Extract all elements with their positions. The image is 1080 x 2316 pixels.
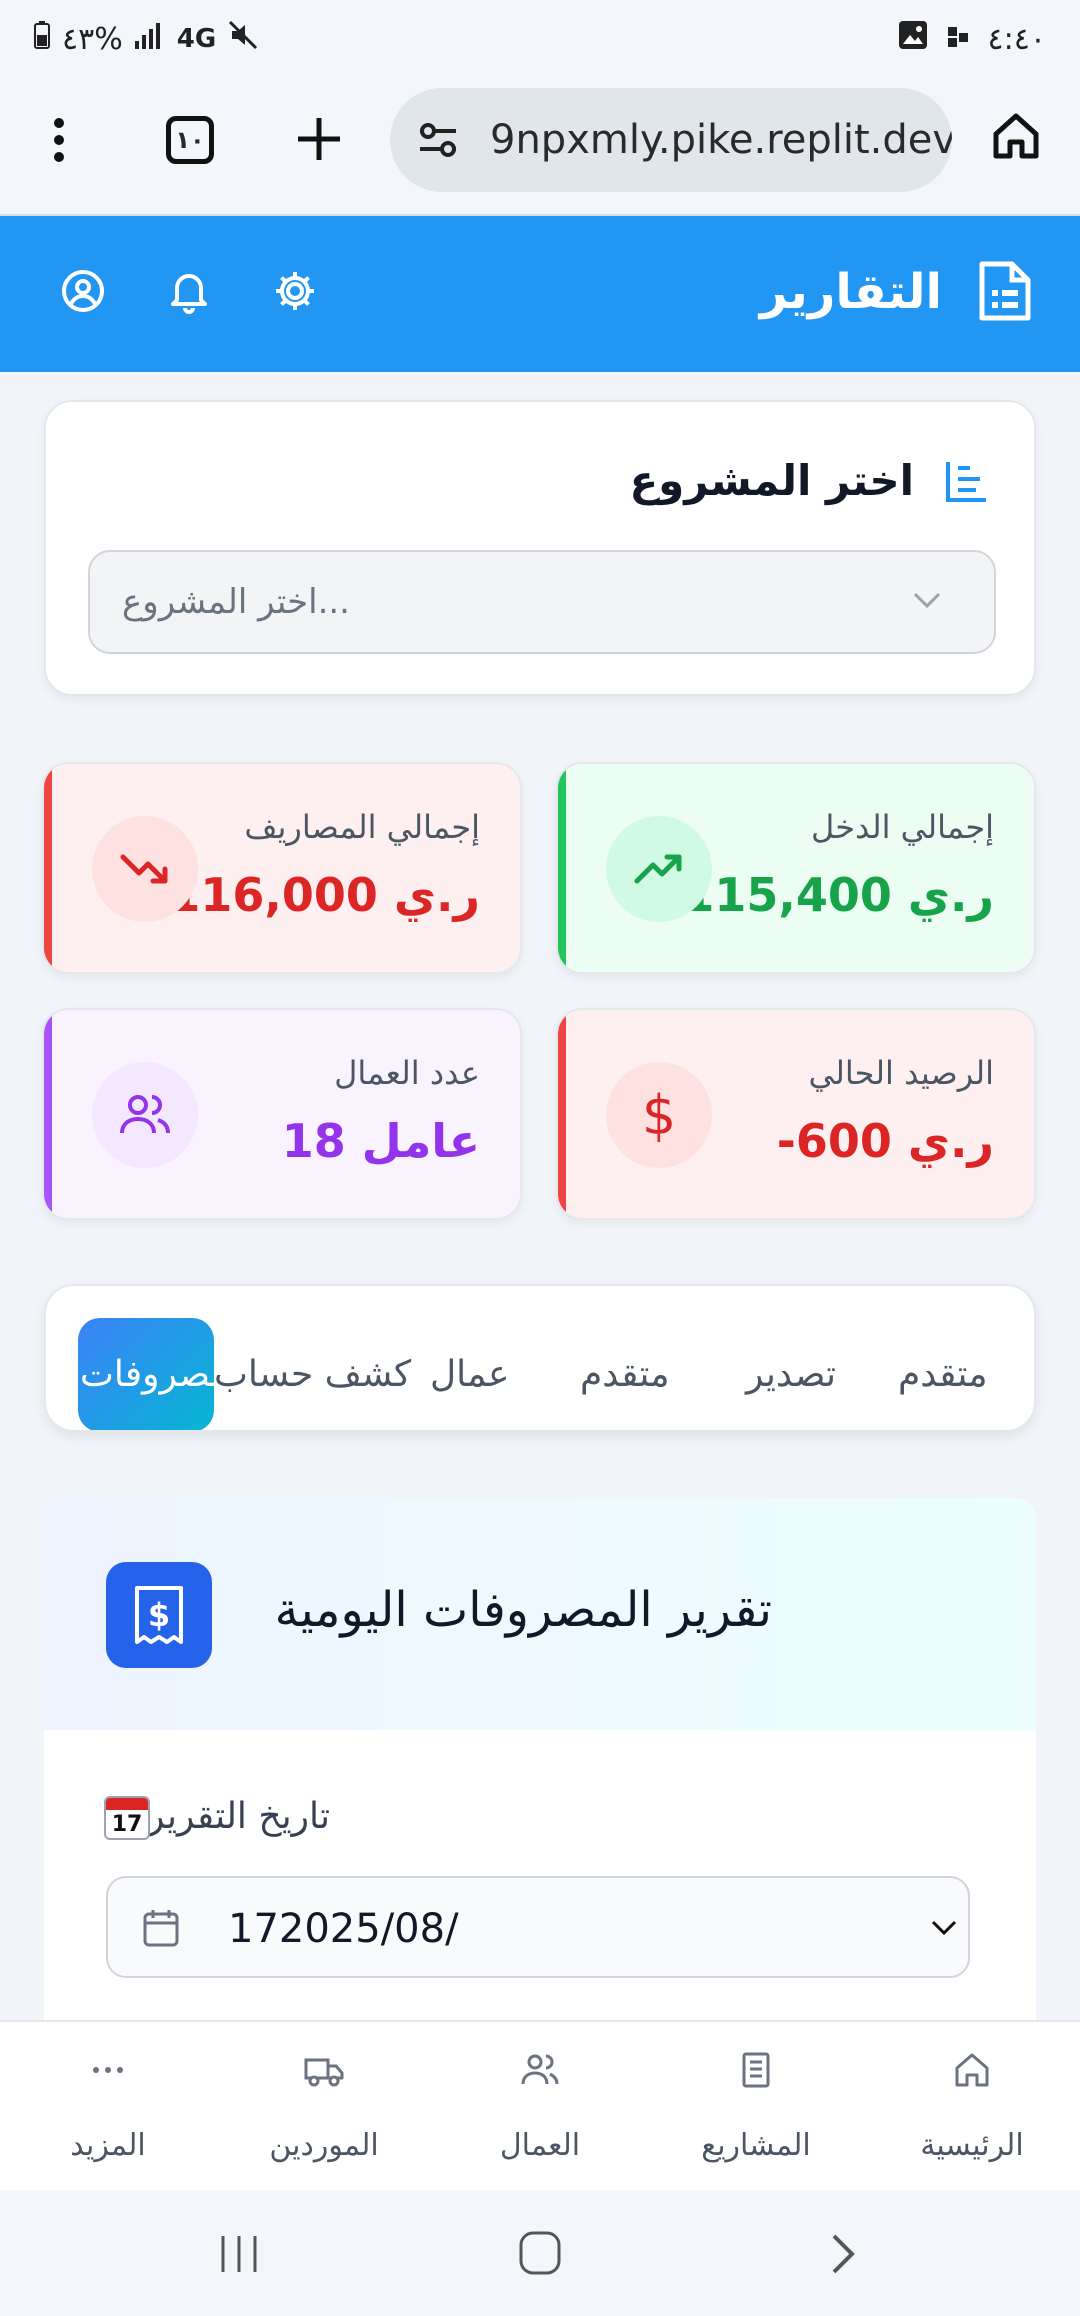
date-chevron-down-icon (930, 1918, 958, 1942)
daily-expenses-report: $ تقرير المصروفات اليومية تاريخ التقرير … (44, 1498, 1036, 2038)
browser-toolbar: ١٠ 9npxmly.pike.replit.dev (0, 80, 1080, 216)
nav-home-label: الرئيسية (920, 2128, 1024, 2163)
profile-icon[interactable] (60, 268, 106, 318)
project-list-icon (944, 458, 990, 508)
balance-label: الرصيد الحالي (808, 1054, 994, 1092)
users-nav-icon (521, 2054, 559, 2085)
income-value: 115,400 ر.ي (682, 868, 994, 922)
nav-more[interactable]: المزيد (0, 2022, 216, 2192)
bell-icon[interactable] (166, 268, 212, 318)
network-type: 4G (176, 24, 217, 54)
browser-home-icon[interactable] (990, 110, 1042, 166)
nav-projects[interactable]: المشاريع (648, 2022, 864, 2192)
android-navigation-bar (0, 2190, 1080, 2316)
nav-suppliers-label: الموردين (269, 2128, 379, 2163)
balance-stat-card: الرصيد الحالي -600 ر.ي $ (556, 1008, 1036, 1220)
expenses-stat-card: إجمالي المصاريف 116,000 ر.ي (42, 762, 522, 974)
tab-advanced-1[interactable]: متقدم (898, 1354, 988, 1395)
battery-percent: ٤٣% (62, 21, 123, 57)
tab-switcher-button[interactable]: ١٠ (166, 116, 214, 164)
browser-menu-icon[interactable] (52, 116, 66, 168)
nav-workers[interactable]: العمال (432, 2022, 648, 2192)
tab-expenses-label: مصروفات (80, 1354, 216, 1395)
url-text: 9npxmly.pike.replit.dev (490, 117, 952, 163)
battery-icon (34, 21, 50, 57)
tab-account-statement[interactable]: كشف حساب (214, 1354, 411, 1395)
dollar-icon: $ (606, 1062, 712, 1168)
nav-suppliers[interactable]: الموردين (216, 2022, 432, 2192)
mute-icon (228, 20, 258, 58)
nav-more-label: المزيد (70, 2128, 146, 2163)
report-title: تقرير المصروفات اليومية (274, 1582, 772, 1638)
building-icon (742, 2052, 770, 2088)
workers-stat-card: عدد العمال 18 عامل (42, 1008, 522, 1220)
project-select-dropdown[interactable]: اختر المشروع... (88, 550, 996, 654)
trending-down-icon (92, 816, 198, 922)
home-button-icon[interactable] (518, 2230, 562, 2280)
notification-dot-icon (946, 22, 970, 57)
new-tab-icon[interactable] (296, 116, 342, 166)
nav-workers-label: العمال (499, 2128, 581, 2163)
svg-text:$: $ (148, 1596, 170, 1634)
recent-apps-icon[interactable] (218, 2234, 260, 2278)
income-label: إجمالي الدخل (811, 808, 994, 846)
bottom-navigation: الرئيسية المشاريع العمال الموردين المزيد (0, 2020, 1080, 2190)
tab-export[interactable]: تصدير (746, 1354, 836, 1395)
back-chevron-icon[interactable] (830, 2232, 858, 2280)
project-select-title: اختر المشروع (629, 456, 914, 505)
workers-value: 18 عامل (281, 1114, 480, 1168)
calendar-emoji-icon: 17 (104, 1796, 150, 1840)
nav-projects-label: المشاريع (701, 2128, 811, 2163)
nav-home[interactable]: الرئيسية (864, 2022, 1080, 2192)
income-stat-card: إجمالي الدخل 115,400 ر.ي (556, 762, 1036, 974)
expenses-label: إجمالي المصاريف (244, 808, 480, 846)
workers-label: عدد العمال (334, 1054, 480, 1092)
calendar-icon (142, 1908, 180, 1952)
users-icon (92, 1062, 198, 1168)
truck-icon (304, 2058, 344, 2087)
page-title: التقارير (759, 264, 942, 320)
report-tabs: متقدم تصدير متقدم عمال كشف حساب مصروفات (44, 1284, 1036, 1432)
report-date-value: 172025/08/ (228, 1906, 459, 1952)
site-settings-icon[interactable] (416, 118, 460, 172)
report-date-label: تاريخ التقرير (147, 1796, 330, 1837)
report-document-icon (978, 260, 1032, 326)
trending-up-icon (606, 816, 712, 922)
app-header: التقارير (0, 216, 1080, 372)
receipt-icon: $ (106, 1562, 212, 1668)
balance-value: -600 ر.ي (776, 1114, 994, 1168)
signal-icon (134, 22, 165, 57)
project-select-placeholder: اختر المشروع... (122, 582, 350, 622)
project-select-card: اختر المشروع اختر المشروع... (44, 400, 1036, 696)
home-icon (955, 2053, 989, 2087)
status-bar: ٤٣% 4G ٤:٤٠ (0, 0, 1080, 80)
clock-time: ٤:٤٠ (987, 21, 1046, 57)
gallery-icon (898, 20, 928, 58)
settings-gear-icon[interactable] (272, 268, 318, 318)
address-bar[interactable]: 9npxmly.pike.replit.dev (390, 88, 952, 192)
report-date-input[interactable]: 172025/08/ (106, 1876, 970, 1978)
more-dots-icon (93, 2067, 123, 2073)
expenses-value: 116,000 ر.ي (168, 868, 480, 922)
tab-advanced-2[interactable]: متقدم (580, 1354, 670, 1395)
report-header: $ تقرير المصروفات اليومية (44, 1498, 1036, 1730)
tab-workers[interactable]: عمال (430, 1354, 509, 1395)
chevron-down-icon (912, 590, 942, 614)
